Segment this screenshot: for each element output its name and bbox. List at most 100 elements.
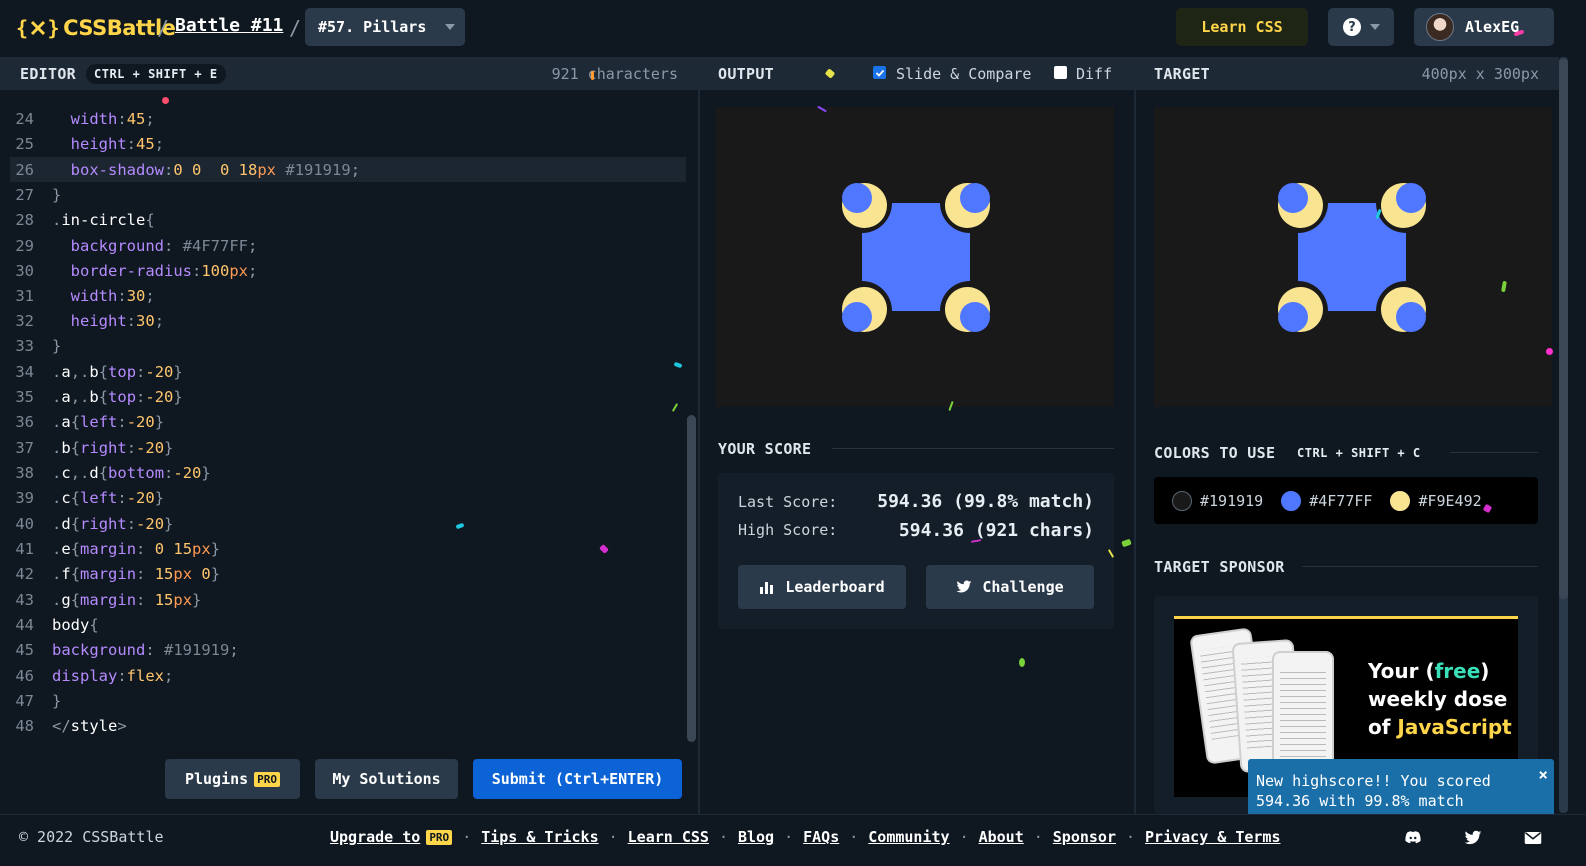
column-divider[interactable] (698, 57, 700, 814)
target-select[interactable]: #57. Pillars (305, 8, 465, 46)
code-line: 44 body{ (15, 615, 99, 634)
your-score-title: YOUR SCORE (718, 440, 812, 458)
section-divider (1450, 452, 1538, 453)
plugins-button[interactable]: Plugins PRO (165, 759, 300, 799)
color-swatch[interactable]: #4F77FF (1281, 490, 1372, 511)
target-select-label: #57. Pillars (318, 18, 427, 36)
submit-button[interactable]: Submit (Ctrl+ENTER) (473, 759, 682, 799)
twitter-icon (956, 580, 972, 593)
inner-circle (842, 183, 872, 213)
code-line: 42 .f{margin: 15px 0} (15, 564, 221, 583)
code-line: 41 .e{margin: 0 15px} (15, 539, 221, 558)
confetti-piece (1019, 658, 1025, 667)
editor-title: EDITOR (20, 64, 76, 83)
footer-link-tips[interactable]: Tips & Tricks (481, 828, 598, 846)
editor-scrollbar[interactable] (687, 415, 696, 742)
user-menu-button[interactable]: AlexEG (1414, 8, 1554, 46)
leaderboard-button[interactable]: Leaderboard (738, 565, 906, 609)
breadcrumb-separator: / (289, 16, 302, 40)
code-line-active: 26 box-shadow:0 0 0 18px #191919; (10, 157, 686, 182)
footer-link-blog[interactable]: Blog (738, 828, 774, 846)
code-line: 39 .c{left:-20} (15, 488, 165, 507)
swatch-dot (1281, 490, 1302, 511)
slide-compare-checkbox[interactable] (873, 66, 886, 79)
output-title: OUTPUT (718, 64, 774, 83)
inner-circle (1396, 302, 1426, 332)
twitter-icon[interactable] (1464, 829, 1482, 847)
page-scrollbar[interactable] (1559, 57, 1568, 813)
footer-link-learn-css[interactable]: Learn CSS (628, 828, 709, 846)
discord-icon[interactable] (1404, 829, 1422, 847)
footer-links: Upgrade to PRO · Tips & Tricks · Learn C… (330, 828, 1281, 846)
challenge-button[interactable]: Challenge (926, 565, 1094, 609)
code-line: 35 .a,.b{top:-20} (15, 387, 183, 406)
highscore-toast[interactable]: New highscore!! You scored 594.36 with 9… (1248, 759, 1554, 821)
close-icon[interactable]: × (1538, 765, 1548, 784)
confetti-piece (162, 97, 169, 104)
high-score-value: 594.36 (921 chars) (898, 520, 1094, 541)
chevron-down-icon (445, 24, 455, 30)
avatar (1426, 13, 1454, 41)
footer-link-privacy[interactable]: Privacy & Terms (1145, 828, 1280, 846)
swatch-dot (1390, 490, 1411, 511)
colors-shortcut-badge: CTRL + SHIFT + C (1289, 443, 1429, 463)
pro-badge[interactable]: PRO (426, 829, 453, 845)
code-line: 47} (15, 691, 62, 710)
my-solutions-button[interactable]: My Solutions (315, 759, 458, 799)
code-line: 36 .a{left:-20} (15, 412, 165, 431)
inner-circle (842, 302, 872, 332)
last-score-label: Last Score: (738, 493, 838, 511)
footer-link-faqs[interactable]: FAQs (803, 828, 839, 846)
color-swatch[interactable]: #F9E492 (1390, 490, 1482, 511)
breadcrumb-separator: / (157, 16, 170, 40)
footer-link-community[interactable]: Community (868, 828, 949, 846)
code-line: 33} (15, 336, 62, 355)
confetti-piece (1546, 348, 1553, 355)
slide-compare-label[interactable]: Slide & Compare (896, 65, 1031, 83)
bar-chart-icon (760, 582, 774, 594)
pro-badge: PRO (254, 771, 281, 787)
inner-circle (1396, 183, 1426, 213)
column-divider[interactable] (1134, 57, 1136, 814)
code-line: 24 width:45; (15, 109, 155, 128)
top-header: { } CSSBattle / Battle #11 / #57. Pillar… (0, 0, 1586, 57)
toast-message: New highscore!! You scored 594.36 with 9… (1256, 772, 1491, 810)
user-name: AlexEG (1465, 18, 1520, 36)
code-line: 40 .d{right:-20} (15, 514, 174, 533)
color-swatch[interactable]: #191919 (1172, 490, 1264, 511)
site-footer: © 2022 CSSBattle Upgrade to PRO · Tips &… (0, 814, 1586, 866)
target-title: TARGET (1154, 64, 1210, 83)
swatch-hex: #F9E492 (1418, 491, 1482, 510)
help-icon: ? (1343, 18, 1361, 36)
swatch-hex: #191919 (1200, 491, 1264, 510)
copyright: © 2022 CSSBattle (19, 828, 164, 846)
code-line: 30 border-radius:100px; (15, 261, 258, 280)
swatch-dot (1172, 490, 1192, 511)
output-canvas[interactable] (716, 107, 1114, 407)
footer-link-about[interactable]: About (979, 828, 1024, 846)
code-line: 45 background: #191919; (15, 640, 239, 659)
cssbattle-logo[interactable]: { } CSSBattle (16, 15, 176, 41)
inner-circle (960, 302, 990, 332)
battle-link[interactable]: Battle #11 (175, 15, 283, 36)
footer-link-sponsor[interactable]: Sponsor (1053, 828, 1116, 846)
inner-circle (960, 183, 990, 213)
learn-css-button[interactable]: Learn CSS (1176, 8, 1308, 46)
code-line: 43 .g{margin: 15px} (15, 590, 202, 609)
code-line: 31 width:30; (15, 286, 155, 305)
diff-label[interactable]: Diff (1076, 65, 1112, 83)
character-count: 921 characters (551, 64, 678, 83)
diff-checkbox[interactable] (1054, 66, 1067, 79)
high-score-label: High Score: (738, 521, 838, 539)
code-line: 28 .in-circle{ (15, 210, 155, 229)
sponsor-title: TARGET SPONSOR (1154, 558, 1285, 576)
target-canvas (1154, 107, 1552, 407)
logo-x-icon (30, 20, 45, 36)
mail-icon[interactable] (1524, 829, 1542, 847)
confetti-piece (591, 71, 594, 80)
code-line: 29 background: #4F77FF; (15, 236, 258, 255)
footer-link-upgrade[interactable]: Upgrade to (330, 828, 420, 846)
inner-circle (1278, 183, 1308, 213)
help-menu-button[interactable]: ? (1328, 8, 1394, 46)
code-editor[interactable]: 24 width:45; 25 height:45; 26 box-shadow… (0, 90, 698, 814)
